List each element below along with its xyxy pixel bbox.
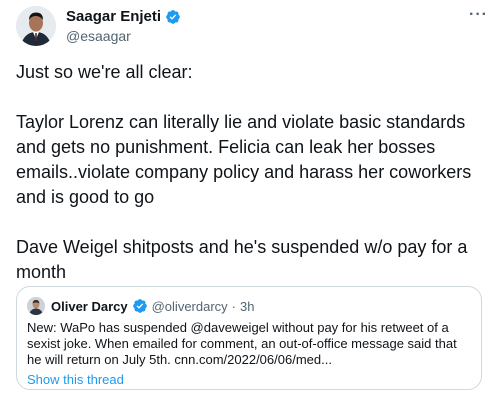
display-name-row: Saagar Enjeti [66,8,181,26]
quoted-author-handle[interactable]: @oliverdarcy [152,299,228,314]
quoted-tweet-text: New: WaPo has suspended @daveweigel with… [27,320,457,367]
tweet-paragraph: Taylor Lorenz can literally lie and viol… [16,112,472,207]
quoted-meta-separator: · [231,298,237,314]
quoted-author-display-name[interactable]: Oliver Darcy [51,299,128,314]
tweet-paragraph: Dave Weigel shitposts and he's suspended… [16,237,468,282]
quoted-tweet-card[interactable]: Oliver Darcy @oliverdarcy · 3h New: WaPo… [16,286,482,390]
show-thread-link[interactable]: Show this thread [27,372,124,387]
quoted-avatar-portrait [27,297,45,315]
author-avatar[interactable] [16,6,56,46]
quoted-tweet-header: Oliver Darcy @oliverdarcy · 3h [27,297,254,315]
verified-badge-icon [165,9,181,25]
author-display-name[interactable]: Saagar Enjeti [66,8,161,26]
more-options-icon[interactable]: ··· [469,6,488,24]
quoted-verified-badge-icon [132,298,148,314]
tweet-paragraph: Just so we're all clear: [16,62,193,82]
quoted-author-avatar[interactable] [27,297,45,315]
author-handle[interactable]: @esaagar [66,27,181,45]
tweet-text: Just so we're all clear: Taylor Lorenz c… [16,60,486,285]
author-info: Saagar Enjeti @esaagar [66,8,181,45]
avatar-portrait [16,6,56,46]
quoted-timestamp[interactable]: 3h [240,299,254,314]
